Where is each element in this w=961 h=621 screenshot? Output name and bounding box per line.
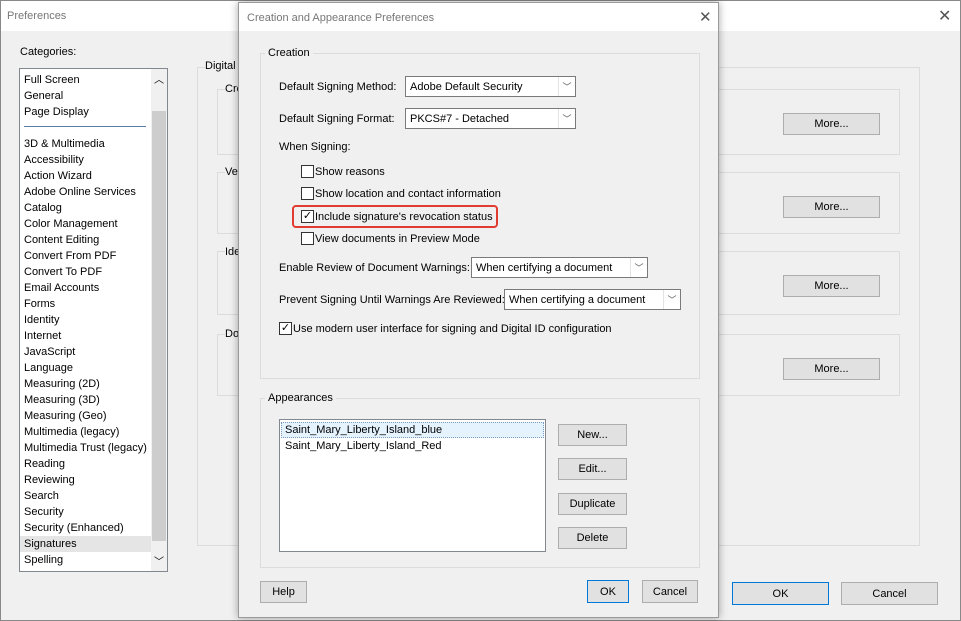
category-item[interactable]: Page Display — [24, 104, 146, 120]
category-item[interactable]: Email Accounts — [20, 280, 151, 296]
identities-more-button[interactable]: More... — [783, 275, 880, 297]
chevron-down-icon: ﹀ — [663, 290, 680, 309]
category-item[interactable]: Adobe Online Services — [20, 184, 151, 200]
default-signing-format-label: Default Signing Format: — [279, 113, 395, 125]
creation-more-button[interactable]: More... — [783, 113, 880, 135]
scroll-up-icon[interactable]: ︿ — [154, 71, 164, 86]
appearance-item[interactable]: Saint_Mary_Liberty_Island_Red — [281, 439, 544, 455]
category-item[interactable]: Security (Enhanced) — [20, 520, 151, 536]
appearance-item-label: Saint_Mary_Liberty_Island_blue — [285, 424, 443, 436]
preferences-ok-button[interactable]: OK — [732, 582, 829, 605]
dialog-close-icon[interactable]: ✕ — [699, 8, 712, 26]
verification-more-button[interactable]: More... — [783, 196, 880, 218]
include-revocation-checkbox[interactable]: ✓ — [301, 210, 314, 223]
category-item[interactable]: Action Wizard — [20, 168, 151, 184]
help-button[interactable]: Help — [260, 581, 307, 603]
close-icon[interactable]: ✕ — [938, 6, 951, 26]
appearances-list[interactable]: Saint_Mary_Liberty_Island_blue Saint_Mar… — [279, 419, 546, 552]
view-preview-label: View documents in Preview Mode — [315, 233, 480, 245]
document-more-button[interactable]: More... — [783, 358, 880, 380]
scroll-thumb[interactable] — [152, 111, 166, 541]
category-item[interactable]: Convert To PDF — [20, 264, 151, 280]
default-signing-format-value: PKCS#7 - Detached — [410, 112, 510, 125]
prevent-signing-value: When certifying a document — [509, 293, 646, 306]
chevron-down-icon: ﹀ — [558, 77, 575, 96]
include-revocation-label: Include signature's revocation status — [315, 211, 493, 223]
view-preview-checkbox[interactable] — [301, 232, 314, 245]
dialog-creation-label: Creation — [265, 47, 313, 59]
default-signing-method-label: Default Signing Method: — [279, 81, 397, 93]
default-signing-format-select[interactable]: PKCS#7 - Detached ﹀ — [405, 108, 576, 129]
category-item[interactable]: Identity — [20, 312, 151, 328]
category-item[interactable]: Reading — [20, 456, 151, 472]
enable-review-label: Enable Review of Document Warnings: — [279, 262, 470, 274]
prevent-signing-label: Prevent Signing Until Warnings Are Revie… — [279, 294, 505, 306]
category-item[interactable]: Convert From PDF — [20, 248, 151, 264]
document-group-label: Do — [225, 328, 240, 340]
when-signing-label: When Signing: — [279, 141, 351, 153]
modern-ui-checkbox[interactable]: ✓ — [279, 322, 292, 335]
category-item[interactable]: Color Management — [20, 216, 151, 232]
dialog-cancel-button[interactable]: Cancel — [642, 580, 698, 603]
appearances-label: Appearances — [265, 392, 336, 404]
dialog-ok-button[interactable]: OK — [587, 580, 629, 603]
creation-appearance-dialog: Creation and Appearance Preferences ✕ Cr… — [238, 2, 719, 618]
category-item[interactable]: Multimedia (legacy) — [20, 424, 151, 440]
category-item[interactable]: Reviewing — [20, 472, 151, 488]
category-item[interactable]: JavaScript — [20, 344, 151, 360]
show-location-checkbox[interactable] — [301, 187, 314, 200]
show-location-label: Show location and contact information — [315, 188, 501, 200]
new-appearance-button[interactable]: New... — [558, 424, 627, 446]
categories-scrollbar[interactable]: ︿ ﹀ — [151, 69, 167, 571]
categories-list[interactable]: Full Screen General Page Display 3D & Mult… — [19, 68, 168, 572]
category-item[interactable]: 3D & Multimedia — [20, 136, 151, 152]
scroll-down-icon[interactable]: ﹀ — [154, 553, 164, 568]
appearance-item-selected[interactable]: Saint_Mary_Liberty_Island_blue — [281, 422, 544, 438]
preferences-title: Preferences — [7, 10, 67, 22]
dialog-title: Creation and Appearance Preferences — [247, 12, 435, 24]
duplicate-appearance-button[interactable]: Duplicate — [558, 493, 627, 515]
delete-appearance-button[interactable]: Delete — [558, 527, 627, 549]
category-item[interactable]: Search — [20, 488, 151, 504]
dialog-titlebar: Creation and Appearance Preferences ✕ — [239, 3, 718, 31]
categories-divider — [24, 126, 146, 127]
category-item[interactable]: Spelling — [20, 552, 151, 568]
chevron-down-icon: ﹀ — [630, 258, 647, 277]
category-item[interactable]: Measuring (2D) — [20, 376, 151, 392]
category-item[interactable]: Catalog — [20, 200, 151, 216]
chevron-down-icon: ﹀ — [558, 109, 575, 128]
category-item[interactable]: Measuring (3D) — [20, 392, 151, 408]
enable-review-select[interactable]: When certifying a document ﹀ — [471, 257, 648, 278]
category-item[interactable]: Security — [20, 504, 151, 520]
category-item[interactable]: General — [24, 88, 146, 104]
categories-label: Categories: — [20, 46, 77, 58]
category-item[interactable]: Accessibility — [20, 152, 151, 168]
category-item[interactable]: Internet — [20, 328, 151, 344]
category-item[interactable]: Full Screen — [24, 72, 146, 88]
preferences-cancel-button[interactable]: Cancel — [841, 582, 938, 605]
modern-ui-label: Use modern user interface for signing an… — [293, 323, 612, 335]
category-item[interactable]: Multimedia Trust (legacy) — [20, 440, 151, 456]
enable-review-value: When certifying a document — [476, 261, 613, 274]
category-item[interactable]: Language — [20, 360, 151, 376]
prevent-signing-select[interactable]: When certifying a document ﹀ — [504, 289, 681, 310]
appearance-item-label: Saint_Mary_Liberty_Island_Red — [285, 440, 442, 452]
category-item[interactable]: Measuring (Geo) — [20, 408, 151, 424]
default-signing-method-select[interactable]: Adobe Default Security ﹀ — [405, 76, 576, 97]
edit-appearance-button[interactable]: Edit... — [558, 458, 627, 480]
show-reasons-checkbox[interactable] — [301, 165, 314, 178]
show-reasons-label: Show reasons — [315, 166, 385, 178]
default-signing-method-value: Adobe Default Security — [410, 80, 523, 93]
category-item[interactable]: Forms — [20, 296, 151, 312]
category-item[interactable]: Content Editing — [20, 232, 151, 248]
category-item-selected[interactable]: Signatures — [20, 536, 151, 552]
